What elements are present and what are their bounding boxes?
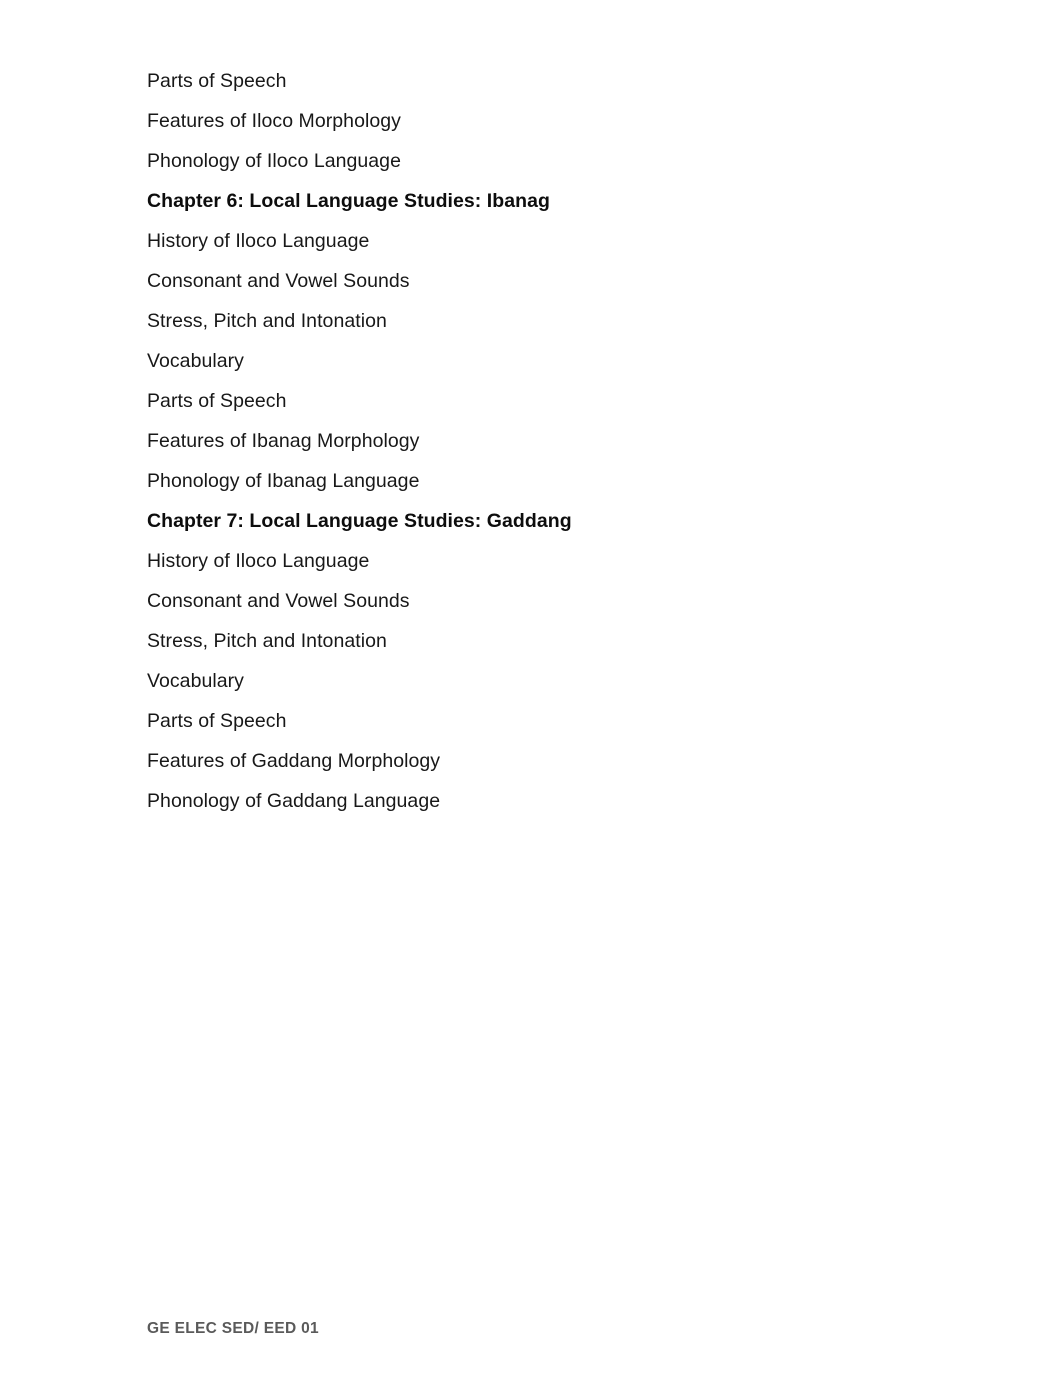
document-line: Stress, Pitch and Intonation xyxy=(147,630,387,652)
document-line: History of Iloco Language xyxy=(147,550,370,572)
document-line: Phonology of Iloco Language xyxy=(147,150,401,172)
document-body: Parts of Speech Features of Iloco Morphol… xyxy=(147,61,947,821)
document-line: Features of Iloco Morphology xyxy=(147,110,401,132)
document-line: Features of Ibanag Morphology xyxy=(147,430,420,452)
document-line: Vocabulary xyxy=(147,350,244,372)
chapter-heading: Chapter 7: Local Language Studies: Gadda… xyxy=(147,510,572,532)
document-line: Parts of Speech xyxy=(147,390,287,412)
document-line: Phonology of Ibanag Language xyxy=(147,470,420,492)
chapter-heading: Chapter 6: Local Language Studies: Ibana… xyxy=(147,190,550,212)
document-line: Consonant and Vowel Sounds xyxy=(147,270,410,292)
footer-course-code: GE ELEC SED/ EED 01 xyxy=(147,1320,319,1337)
document-line: Stress, Pitch and Intonation xyxy=(147,310,387,332)
document-line: Features of Gaddang Morphology xyxy=(147,750,441,772)
document-line: History of Iloco Language xyxy=(147,230,370,252)
document-line: Parts of Speech xyxy=(147,70,287,92)
document-line: Consonant and Vowel Sounds xyxy=(147,590,410,612)
document-line: Phonology of Gaddang Language xyxy=(147,790,441,812)
page-footer: GE ELEC SED/ EED 01 xyxy=(147,1318,947,1340)
document-line: Parts of Speech xyxy=(147,710,287,732)
document-line: Vocabulary xyxy=(147,670,244,692)
document-page: Parts of Speech Features of Iloco Morphol… xyxy=(0,0,1062,1377)
